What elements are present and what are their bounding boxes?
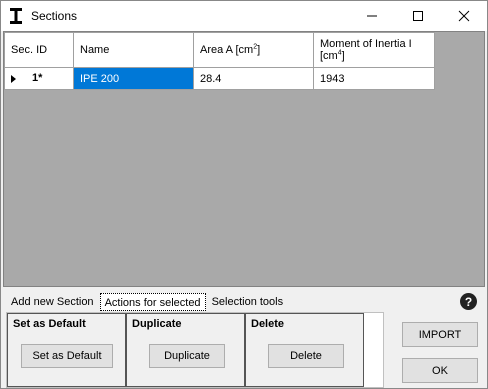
column-header-sec-id[interactable]: Sec. ID — [4, 32, 74, 68]
tab-actions-for-selected[interactable]: Actions for selected — [99, 293, 206, 311]
group-label: Delete — [251, 318, 285, 330]
tab-add-new-section[interactable]: Add new Section — [7, 293, 98, 311]
unit-suffix: ] — [341, 50, 345, 62]
group-label: Duplicate — [132, 318, 182, 330]
cell-sec-id[interactable]: 1* — [4, 67, 74, 90]
duplicate-button[interactable]: Duplicate — [149, 344, 225, 368]
maximize-button[interactable] — [395, 1, 441, 31]
cell-area[interactable]: 28.4 — [193, 67, 314, 90]
set-as-default-group: Set as Default Set as Default — [7, 313, 126, 387]
delete-button[interactable]: Delete — [268, 344, 344, 368]
current-row-arrow-icon — [11, 75, 16, 83]
maximize-icon — [413, 11, 423, 21]
window-title: Sections — [31, 9, 78, 23]
cell-name[interactable]: IPE 200 — [73, 67, 194, 90]
help-icon[interactable]: ? — [460, 293, 477, 310]
close-icon — [458, 10, 470, 22]
column-header-label: Name — [80, 44, 110, 56]
table-row[interactable]: 1* IPE 200 28.4 1943 — [4, 67, 435, 90]
column-header-label: Sec. ID — [11, 44, 48, 56]
column-header-label: Area A [cm — [200, 44, 254, 56]
ok-button[interactable]: OK — [402, 358, 478, 383]
column-header-moment-of-inertia[interactable]: Moment of Inertia I [cm4] — [313, 32, 435, 68]
group-label: Set as Default — [13, 318, 86, 330]
sections-table: Sec. ID Name Area A [cm2] Moment of Iner… — [4, 32, 435, 90]
unit-suffix: ] — [257, 44, 261, 56]
sec-id-value: 1* — [32, 72, 43, 84]
unit-prefix: [cm — [320, 50, 338, 62]
column-header-name[interactable]: Name — [73, 32, 194, 68]
header-row: Sec. ID Name Area A [cm2] Moment of Iner… — [4, 32, 435, 68]
column-header-area[interactable]: Area A [cm2] — [193, 32, 314, 68]
title-bar: Sections — [1, 1, 487, 31]
column-header-label: Moment of Inertia I — [320, 38, 412, 50]
import-button[interactable]: IMPORT — [402, 322, 478, 347]
minimize-icon — [367, 15, 377, 17]
i-beam-icon — [10, 8, 22, 24]
sections-grid[interactable]: Sec. ID Name Area A [cm2] Moment of Iner… — [3, 31, 485, 287]
column-header-unit: [cm4] — [320, 49, 428, 62]
cell-moment-of-inertia[interactable]: 1943 — [313, 67, 435, 90]
set-as-default-button[interactable]: Set as Default — [21, 344, 113, 368]
duplicate-group: Duplicate Duplicate — [126, 313, 245, 387]
actions-panel: Set as Default Set as Default Duplicate … — [6, 312, 384, 388]
minimize-button[interactable] — [349, 1, 395, 31]
close-button[interactable] — [441, 1, 487, 31]
delete-group: Delete Delete — [245, 313, 364, 387]
tab-strip: Add new Section Actions for selected Sel… — [7, 293, 289, 311]
sections-window: Sections Sec. ID Name Area A [cm2] Momen… — [0, 0, 488, 389]
tab-selection-tools[interactable]: Selection tools — [208, 293, 288, 311]
